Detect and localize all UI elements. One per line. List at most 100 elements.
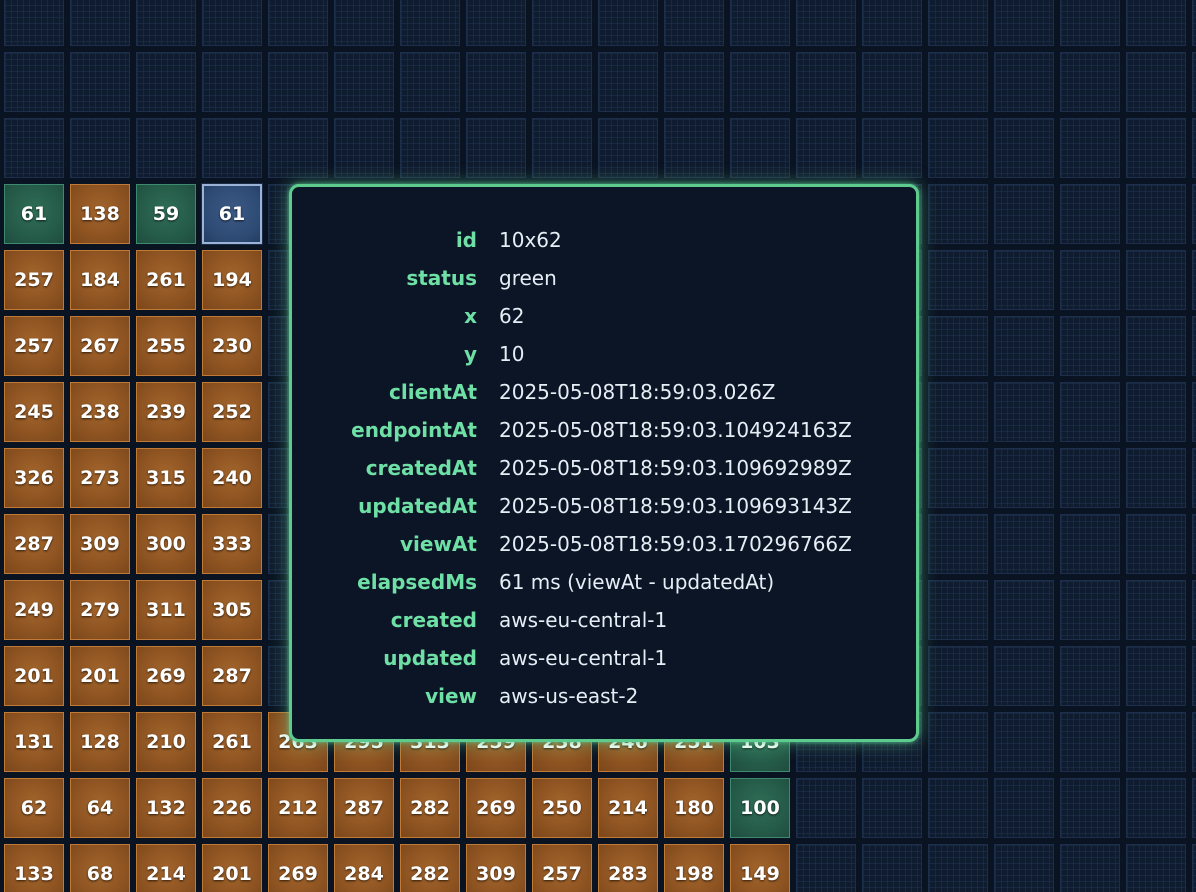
- grid-cell[interactable]: 68: [70, 844, 130, 892]
- grid-cell-empty[interactable]: [4, 118, 64, 178]
- grid-cell-empty[interactable]: [136, 0, 196, 46]
- grid-cell-empty[interactable]: [136, 118, 196, 178]
- grid-cell-empty[interactable]: [532, 0, 592, 46]
- grid-cell[interactable]: 149: [730, 844, 790, 892]
- grid-cell[interactable]: 212: [268, 778, 328, 838]
- grid-cell-empty[interactable]: [4, 52, 64, 112]
- grid-cell-empty[interactable]: [928, 184, 988, 244]
- grid-cell-empty[interactable]: [466, 52, 526, 112]
- grid-cell[interactable]: 305: [202, 580, 262, 640]
- grid-cell-empty[interactable]: [1126, 52, 1186, 112]
- grid-cell[interactable]: 257: [4, 250, 64, 310]
- grid-cell-empty[interactable]: [598, 0, 658, 46]
- grid-cell[interactable]: 180: [664, 778, 724, 838]
- grid-cell-empty[interactable]: [532, 52, 592, 112]
- grid-cell-empty[interactable]: [400, 0, 460, 46]
- grid-cell[interactable]: 257: [4, 316, 64, 376]
- grid-cell[interactable]: 239: [136, 382, 196, 442]
- grid-cell-empty[interactable]: [1060, 0, 1120, 46]
- grid-cell-empty[interactable]: [862, 0, 922, 46]
- grid-cell-empty[interactable]: [862, 844, 922, 892]
- grid-cell-empty[interactable]: [466, 118, 526, 178]
- grid-cell[interactable]: 249: [4, 580, 64, 640]
- grid-cell[interactable]: 287: [334, 778, 394, 838]
- grid-cell-empty[interactable]: [1060, 448, 1120, 508]
- grid-cell-empty[interactable]: [730, 52, 790, 112]
- grid-cell-empty[interactable]: [1126, 646, 1186, 706]
- grid-cell-empty[interactable]: [994, 514, 1054, 574]
- grid-cell[interactable]: 252: [202, 382, 262, 442]
- grid-cell[interactable]: 61: [4, 184, 64, 244]
- grid-cell-empty[interactable]: [1060, 778, 1120, 838]
- grid-cell-empty[interactable]: [1192, 778, 1196, 838]
- grid-cell-empty[interactable]: [928, 118, 988, 178]
- grid-cell[interactable]: 201: [202, 844, 262, 892]
- grid-cell-empty[interactable]: [1192, 0, 1196, 46]
- grid-cell-empty[interactable]: [70, 52, 130, 112]
- grid-cell-empty[interactable]: [4, 0, 64, 46]
- grid-cell-empty[interactable]: [928, 712, 988, 772]
- grid-cell[interactable]: 300: [136, 514, 196, 574]
- grid-cell-empty[interactable]: [994, 712, 1054, 772]
- grid-cell[interactable]: 282: [400, 844, 460, 892]
- grid-cell-empty[interactable]: [1192, 118, 1196, 178]
- grid-cell-empty[interactable]: [862, 52, 922, 112]
- grid-cell[interactable]: 282: [400, 778, 460, 838]
- grid-cell-empty[interactable]: [796, 52, 856, 112]
- grid-cell[interactable]: 284: [334, 844, 394, 892]
- grid-cell-empty[interactable]: [466, 0, 526, 46]
- grid-cell[interactable]: 257: [532, 844, 592, 892]
- grid-cell[interactable]: 138: [70, 184, 130, 244]
- grid-cell-empty[interactable]: [1126, 844, 1186, 892]
- grid-cell[interactable]: 62: [4, 778, 64, 838]
- grid-cell-empty[interactable]: [1192, 844, 1196, 892]
- grid-cell-empty[interactable]: [598, 118, 658, 178]
- grid-cell-empty[interactable]: [334, 52, 394, 112]
- grid-cell-empty[interactable]: [1060, 514, 1120, 574]
- grid-cell-empty[interactable]: [1126, 118, 1186, 178]
- grid-cell-empty[interactable]: [1126, 250, 1186, 310]
- grid-cell-empty[interactable]: [928, 580, 988, 640]
- grid-cell[interactable]: 100: [730, 778, 790, 838]
- grid-cell[interactable]: 132: [136, 778, 196, 838]
- grid-cell[interactable]: 64: [70, 778, 130, 838]
- grid-cell-empty[interactable]: [862, 118, 922, 178]
- grid-cell-empty[interactable]: [1060, 382, 1120, 442]
- grid-cell-empty[interactable]: [1126, 514, 1186, 574]
- grid-cell-empty[interactable]: [1192, 712, 1196, 772]
- grid-cell-empty[interactable]: [994, 448, 1054, 508]
- grid-cell-empty[interactable]: [70, 118, 130, 178]
- grid-cell[interactable]: 269: [268, 844, 328, 892]
- grid-cell-empty[interactable]: [1126, 184, 1186, 244]
- grid-cell-empty[interactable]: [796, 844, 856, 892]
- grid-cell-empty[interactable]: [928, 844, 988, 892]
- grid-cell[interactable]: 326: [4, 448, 64, 508]
- grid-cell-empty[interactable]: [1126, 580, 1186, 640]
- grid-cell-empty[interactable]: [928, 646, 988, 706]
- grid-cell-empty[interactable]: [928, 52, 988, 112]
- grid-cell-empty[interactable]: [1060, 52, 1120, 112]
- grid-cell[interactable]: 279: [70, 580, 130, 640]
- grid-cell-empty[interactable]: [928, 448, 988, 508]
- grid-cell-empty[interactable]: [1060, 712, 1120, 772]
- grid-cell-empty[interactable]: [796, 118, 856, 178]
- grid-cell-empty[interactable]: [928, 0, 988, 46]
- grid-cell[interactable]: 315: [136, 448, 196, 508]
- grid-cell-empty[interactable]: [202, 118, 262, 178]
- grid-cell-empty[interactable]: [994, 778, 1054, 838]
- grid-cell-empty[interactable]: [664, 118, 724, 178]
- grid-cell-empty[interactable]: [928, 250, 988, 310]
- grid-cell[interactable]: 214: [136, 844, 196, 892]
- grid-cell-empty[interactable]: [1060, 118, 1120, 178]
- grid-cell-empty[interactable]: [1126, 448, 1186, 508]
- grid-cell-empty[interactable]: [1126, 712, 1186, 772]
- grid-cell-empty[interactable]: [268, 118, 328, 178]
- grid-cell-empty[interactable]: [928, 382, 988, 442]
- grid-cell-empty[interactable]: [1126, 316, 1186, 376]
- grid-cell-empty[interactable]: [400, 118, 460, 178]
- grid-cell[interactable]: 59: [136, 184, 196, 244]
- grid-cell[interactable]: 245: [4, 382, 64, 442]
- grid-cell-empty[interactable]: [136, 52, 196, 112]
- grid-cell-empty[interactable]: [994, 52, 1054, 112]
- grid-cell[interactable]: 273: [70, 448, 130, 508]
